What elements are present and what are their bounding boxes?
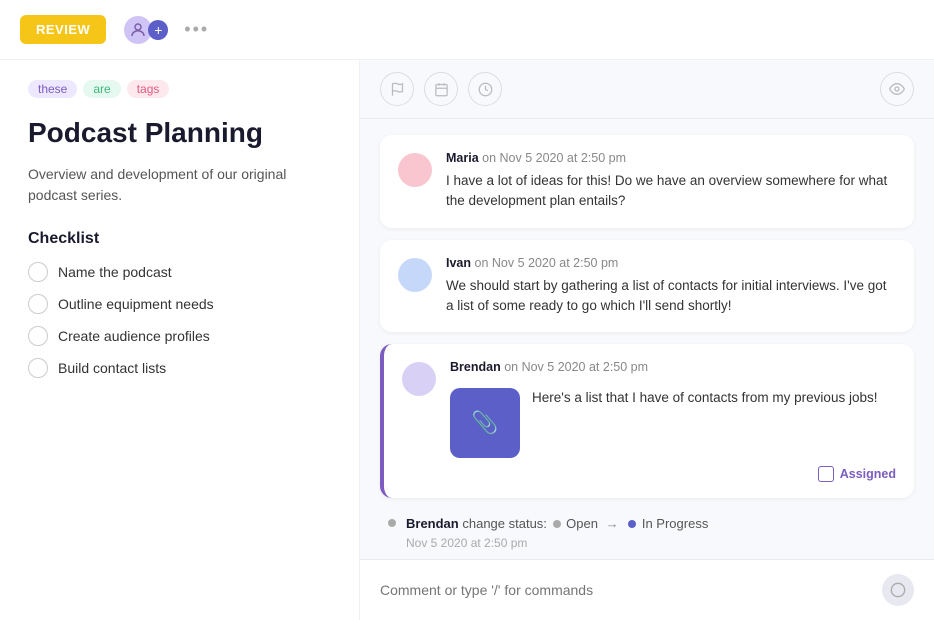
comment-brendan: Brendan on Nov 5 2020 at 2:50 pm 📎 Here'… [380, 344, 914, 498]
brendan-message-row: 📎 Here's a list that I have of contacts … [450, 388, 896, 458]
comment-ivan-body: Ivan on Nov 5 2020 at 2:50 pm We should … [446, 256, 896, 317]
checklist-checkbox-3[interactable] [28, 326, 48, 346]
checklist-checkbox-2[interactable] [28, 294, 48, 314]
avatar-brendan [402, 362, 436, 396]
arrow-icon: → [606, 516, 619, 531]
tag-are[interactable]: are [83, 80, 120, 98]
checklist-item-3: Create audience profiles [28, 326, 331, 346]
status-change-action: change status: [462, 516, 550, 531]
left-panel: these are tags Podcast Planning Overview… [0, 60, 360, 620]
status-change-body: Brendan change status: Open → In Progres… [406, 514, 708, 552]
send-comment-button[interactable] [882, 574, 914, 606]
comment-maria-timestamp: on Nov 5 2020 at 2:50 pm [482, 151, 626, 165]
tags-row: these are tags [28, 80, 331, 98]
assigned-label: Assigned [840, 467, 896, 481]
checklist-label-1: Name the podcast [58, 264, 172, 280]
page-description: Overview and development of our original… [28, 164, 331, 206]
comment-ivan: Ivan on Nov 5 2020 at 2:50 pm We should … [380, 240, 914, 333]
clock-button[interactable] [468, 72, 502, 106]
avatar-maria [398, 153, 432, 187]
status-dot [388, 519, 396, 527]
open-status-dot [553, 520, 561, 528]
main-content: these are tags Podcast Planning Overview… [0, 60, 934, 620]
checklist-checkbox-1[interactable] [28, 262, 48, 282]
checklist-title: Checklist [28, 230, 331, 248]
status-change-event: Brendan change status: Open → In Progres… [380, 510, 914, 556]
checklist-label-3: Create audience profiles [58, 328, 210, 344]
comment-ivan-text: We should start by gathering a list of c… [446, 276, 896, 317]
comment-brendan-timestamp: on Nov 5 2020 at 2:50 pm [504, 360, 648, 374]
comment-maria-text: I have a lot of ideas for this! Do we ha… [446, 171, 896, 212]
to-status-label: In Progress [642, 516, 708, 531]
comment-maria: Maria on Nov 5 2020 at 2:50 pm I have a … [380, 135, 914, 228]
checklist-item-1: Name the podcast [28, 262, 331, 282]
comment-maria-author: Maria [446, 151, 479, 165]
more-options-button[interactable]: ••• [184, 19, 209, 40]
eye-button[interactable] [880, 72, 914, 106]
comment-input-bar [360, 559, 934, 620]
app-header: REVIEW + ••• [0, 0, 934, 60]
review-button[interactable]: REVIEW [20, 15, 106, 44]
checklist-label-4: Build contact lists [58, 360, 166, 376]
comment-maria-meta: Maria on Nov 5 2020 at 2:50 pm [446, 151, 896, 165]
avatar-ivan [398, 258, 432, 292]
comment-brendan-meta: Brendan on Nov 5 2020 at 2:50 pm [450, 360, 896, 374]
checklist-checkbox-4[interactable] [28, 358, 48, 378]
assigned-row: Assigned [450, 466, 896, 482]
comment-ivan-author: Ivan [446, 256, 471, 270]
avatar-group: + [122, 14, 168, 46]
checklist-item-4: Build contact lists [28, 358, 331, 378]
comment-ivan-meta: Ivan on Nov 5 2020 at 2:50 pm [446, 256, 896, 270]
right-toolbar [360, 60, 934, 119]
attachment-box[interactable]: 📎 [450, 388, 520, 458]
from-status-label: Open [566, 516, 598, 531]
status-change-author: Brendan [406, 516, 459, 531]
assigned-checkbox[interactable] [818, 466, 834, 482]
page-title: Podcast Planning [28, 116, 331, 150]
comment-brendan-body: Brendan on Nov 5 2020 at 2:50 pm 📎 Here'… [450, 360, 896, 482]
inprogress-status-dot [628, 520, 636, 528]
comment-brendan-author: Brendan [450, 360, 501, 374]
add-member-button[interactable]: + [148, 20, 168, 40]
calendar-button[interactable] [424, 72, 458, 106]
comment-brendan-text: Here's a list that I have of contacts fr… [532, 388, 896, 408]
tag-tags[interactable]: tags [127, 80, 170, 98]
comment-ivan-timestamp: on Nov 5 2020 at 2:50 pm [475, 256, 619, 270]
status-change-timestamp: Nov 5 2020 at 2:50 pm [406, 534, 708, 552]
flag-button[interactable] [380, 72, 414, 106]
checklist-item-2: Outline equipment needs [28, 294, 331, 314]
tag-these[interactable]: these [28, 80, 77, 98]
comment-maria-body: Maria on Nov 5 2020 at 2:50 pm I have a … [446, 151, 896, 212]
right-panel: Maria on Nov 5 2020 at 2:50 pm I have a … [360, 60, 934, 620]
comments-feed: Maria on Nov 5 2020 at 2:50 pm I have a … [360, 119, 934, 559]
paperclip-icon: 📎 [471, 410, 498, 436]
comment-input[interactable] [380, 582, 872, 598]
checklist-label-2: Outline equipment needs [58, 296, 214, 312]
